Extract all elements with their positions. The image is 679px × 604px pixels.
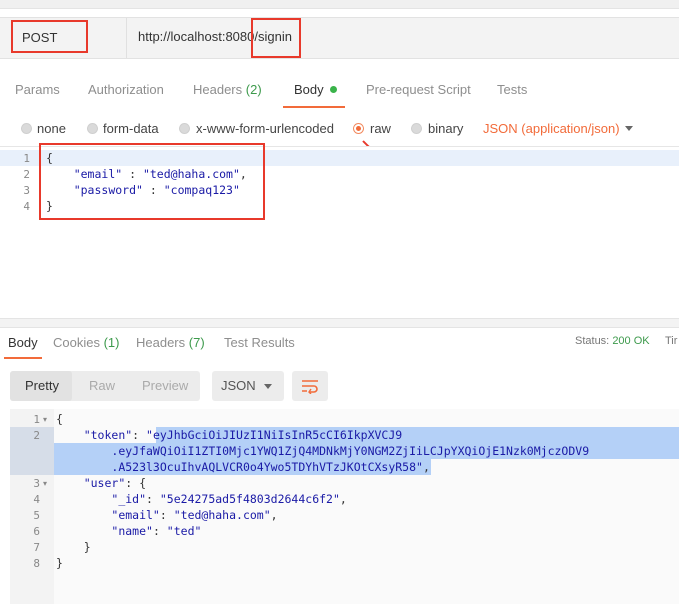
line-number: 2: [33, 429, 40, 442]
content-type-select[interactable]: JSON (application/json): [483, 121, 620, 136]
line-number: 8: [33, 557, 40, 570]
fold-caret-icon[interactable]: ▾: [43, 479, 47, 488]
resp-line-1: {: [56, 412, 63, 426]
resp-line-4: "_id": "5e24275ad5f4803d2644c6f2",: [111, 492, 347, 506]
label-urlencoded: x-www-form-urlencoded: [196, 121, 334, 136]
tab-tests[interactable]: Tests: [497, 82, 527, 97]
format-label: JSON: [221, 378, 256, 393]
format-select[interactable]: JSON: [212, 371, 284, 401]
line-number: 5: [33, 509, 40, 522]
line-number: 4: [23, 200, 30, 213]
tab-cookies[interactable]: Cookies (1): [53, 335, 119, 350]
request-bar: POST http://localhost:8080/signin: [0, 17, 679, 59]
body-modified-dot: [329, 86, 337, 93]
line-number: 6: [33, 525, 40, 538]
tab-pre-request-script[interactable]: Pre-request Script: [366, 82, 471, 97]
chevron-down-icon[interactable]: [625, 126, 633, 131]
label-raw: raw: [370, 121, 391, 136]
resp-line-5: "email": "ted@haha.com",: [111, 508, 278, 522]
line-number: 3: [33, 477, 40, 490]
resp-line-2-wrap-b: .A523l3OcuIhvAQLVCR0o4Ywo5TDYhVTzJKOtCXs…: [111, 460, 430, 474]
line-number: 7: [33, 541, 40, 554]
label-form-data: form-data: [103, 121, 159, 136]
wrap-icon: [302, 380, 318, 394]
resp-line-7: }: [56, 540, 91, 554]
label-binary: binary: [428, 121, 464, 136]
wrap-lines-button[interactable]: [292, 371, 328, 401]
window-top-strip: [0, 0, 679, 9]
resp-line-6: "name": "ted": [111, 524, 202, 538]
fold-caret-icon[interactable]: ▾: [43, 415, 47, 424]
radio-none[interactable]: [21, 123, 32, 134]
label-none: none: [37, 121, 66, 136]
resp-line-3: "user": {: [83, 476, 147, 490]
active-response-tab-indicator: [4, 357, 42, 359]
resp-line-8: }: [56, 556, 63, 570]
resp-line-2: "token": "eyJhbGciOiJIUzI1NiIsInR5cCI6Ik…: [83, 428, 403, 442]
line-number: 1: [23, 152, 30, 165]
raw-button[interactable]: Raw: [89, 378, 115, 393]
line-number: 2: [23, 168, 30, 181]
tab-headers[interactable]: Headers (2): [193, 82, 262, 97]
tab-params[interactable]: Params: [15, 82, 60, 97]
radio-form-data[interactable]: [87, 123, 98, 134]
line-number: 1: [33, 413, 40, 426]
url-host: http://localhost:8080: [138, 29, 255, 44]
tab-response-headers[interactable]: Headers (7): [136, 335, 205, 350]
pretty-button[interactable]: Pretty: [25, 378, 59, 393]
resp-line-2-wrap-a: .eyJfaWQiOiI1ZTI0Mjc1YWQ1ZjQ4MDNkMjY0NGM…: [111, 444, 590, 458]
preview-button[interactable]: Preview: [142, 378, 188, 393]
active-tab-indicator: [283, 106, 345, 108]
chevron-down-icon: [264, 384, 272, 389]
response-status: Status: 200 OK: [575, 335, 650, 347]
annotation-box-method: [11, 20, 88, 53]
annotation-box-path: [251, 18, 301, 58]
radio-urlencoded[interactable]: [179, 123, 190, 134]
view-mode-group: Pretty Raw Preview: [10, 371, 200, 401]
radio-binary[interactable]: [411, 123, 422, 134]
tab-test-results[interactable]: Test Results: [224, 335, 295, 350]
response-time-label: Tir: [665, 335, 678, 347]
tab-authorization[interactable]: Authorization: [88, 82, 164, 97]
annotation-box-body: [39, 143, 265, 220]
tab-response-body[interactable]: Body: [8, 335, 38, 350]
pane-divider[interactable]: [0, 318, 679, 328]
line-number: 3: [23, 184, 30, 197]
response-toolbar: Pretty Raw Preview JSON: [0, 361, 679, 409]
tab-body[interactable]: Body: [294, 82, 337, 97]
line-number: 4: [33, 493, 40, 506]
radio-raw[interactable]: [353, 123, 364, 134]
